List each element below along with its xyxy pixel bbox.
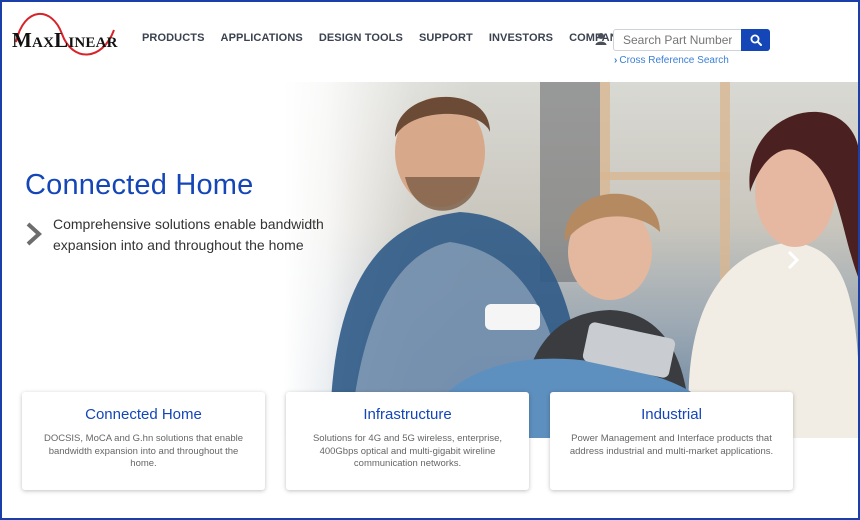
nav-applications[interactable]: APPLICATIONS	[221, 32, 303, 44]
maxlinear-logo[interactable]: MAXLINEAR	[10, 12, 120, 62]
carousel-next-icon[interactable]	[786, 249, 800, 271]
card-industrial[interactable]: Industrial Power Management and Interfac…	[550, 392, 793, 490]
card-description: Solutions for 4G and 5G wireless, enterp…	[312, 433, 503, 469]
part-number-search-input[interactable]	[613, 29, 741, 51]
main-nav: PRODUCTS APPLICATIONS DESIGN TOOLS SUPPO…	[142, 32, 641, 44]
chevron-right-icon: ›	[614, 55, 618, 66]
cross-reference-search-link[interactable]: › Cross Reference Search	[614, 55, 729, 66]
user-account-icon[interactable]	[595, 32, 607, 46]
card-connected-home[interactable]: Connected Home DOCSIS, MoCA and G.hn sol…	[22, 392, 265, 490]
card-infrastructure[interactable]: Infrastructure Solutions for 4G and 5G w…	[286, 392, 529, 490]
hero-banner: Connected Home Comprehensive solutions e…	[0, 82, 860, 438]
search-icon	[750, 34, 762, 46]
nav-support[interactable]: SUPPORT	[419, 32, 473, 44]
card-title: Infrastructure	[363, 406, 452, 423]
search-button[interactable]	[741, 29, 770, 51]
card-title: Connected Home	[85, 406, 202, 423]
nav-products[interactable]: PRODUCTS	[142, 32, 205, 44]
site-header: MAXLINEAR PRODUCTS APPLICATIONS DESIGN T…	[0, 0, 860, 82]
cross-reference-label: Cross Reference Search	[619, 55, 729, 66]
card-description: Power Management and Interface products …	[569, 433, 774, 457]
hero-title: Connected Home	[25, 169, 254, 201]
logo-wordmark: MAXLINEAR	[12, 28, 118, 52]
market-cards: Connected Home DOCSIS, MoCA and G.hn sol…	[22, 392, 793, 490]
hero-family-photo	[330, 82, 860, 438]
card-title: Industrial	[641, 406, 702, 423]
nav-investors[interactable]: INVESTORS	[489, 32, 553, 44]
nav-design-tools[interactable]: DESIGN TOOLS	[319, 32, 403, 44]
card-description: DOCSIS, MoCA and G.hn solutions that ena…	[43, 433, 244, 469]
hero-chevron-right-icon[interactable]	[25, 221, 43, 247]
hero-subtitle: Comprehensive solutions enable bandwidth…	[53, 216, 324, 253]
